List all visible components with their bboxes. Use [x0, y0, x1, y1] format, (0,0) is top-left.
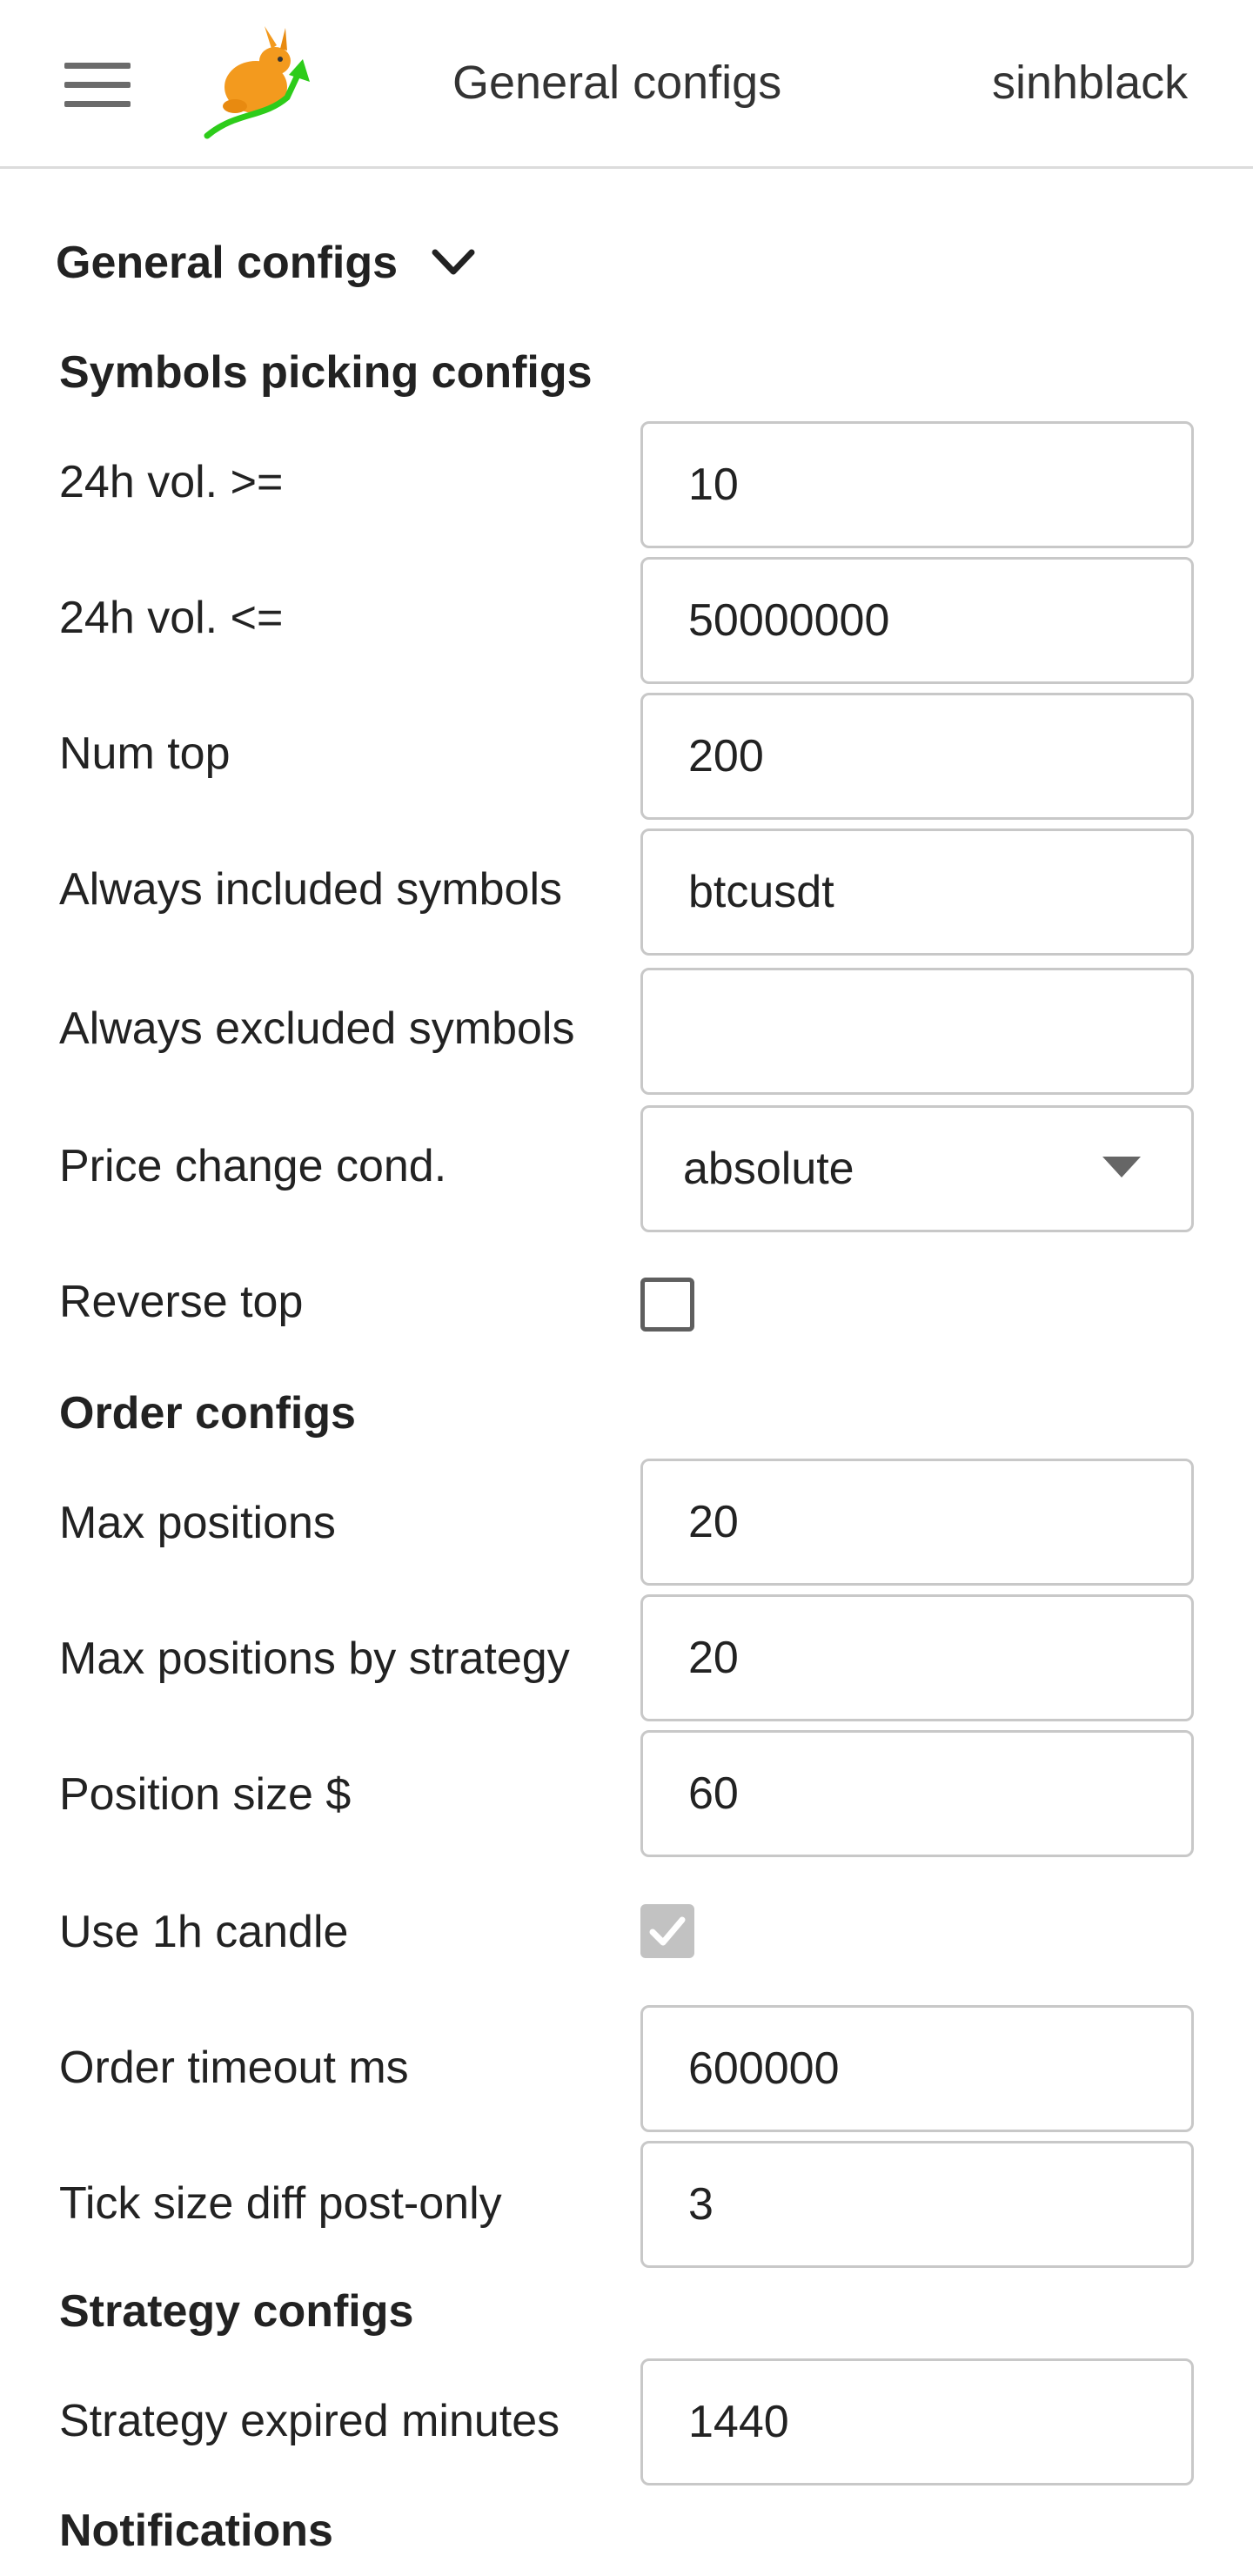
position-size-input[interactable] [640, 1730, 1194, 1857]
strategy-configs-heading: Strategy configs [59, 2286, 414, 2337]
use-1h-candle-label: Use 1h candle [59, 1907, 349, 1957]
max-positions-by-strategy-input[interactable] [640, 1594, 1194, 1721]
tick-size-diff-label: Tick size diff post-only [59, 2178, 502, 2229]
num-top-label: Num top [59, 728, 231, 779]
position-size-label: Position size $ [59, 1769, 352, 1820]
strategy-expired-minutes-input[interactable] [640, 2358, 1194, 2485]
general-configs-toggle[interactable]: General configs [56, 237, 476, 289]
user-name[interactable]: sinhblack [992, 56, 1188, 110]
caret-down-icon [1102, 1157, 1141, 1177]
strategy-expired-minutes-label: Strategy expired minutes [59, 2396, 560, 2446]
order-timeout-input[interactable] [640, 2005, 1194, 2132]
app-header: General configs sinhblack [0, 0, 1253, 169]
always-included-input[interactable] [640, 828, 1194, 956]
vol-max-label: 24h vol. <= [59, 593, 284, 643]
num-top-input[interactable] [640, 693, 1194, 820]
always-included-label: Always included symbols [59, 864, 563, 915]
always-excluded-label: Always excluded symbols [59, 1003, 575, 1054]
use-1h-candle-checkbox [640, 1904, 694, 1958]
order-timeout-label: Order timeout ms [59, 2043, 409, 2093]
rabbit-logo-icon[interactable] [202, 21, 324, 143]
vol-min-label: 24h vol. >= [59, 457, 284, 507]
chevron-down-icon [432, 249, 475, 275]
notifications-heading: Notifications [59, 2506, 333, 2556]
hamburger-menu-icon[interactable] [64, 63, 131, 108]
max-positions-input[interactable] [640, 1459, 1194, 1586]
price-change-cond-value: absolute [683, 1144, 854, 1194]
order-configs-heading: Order configs [59, 1388, 356, 1439]
vol-max-input[interactable] [640, 557, 1194, 684]
price-change-cond-label: Price change cond. [59, 1141, 447, 1191]
tick-size-diff-input[interactable] [640, 2141, 1194, 2268]
section-title: General configs [56, 238, 398, 288]
checkmark-icon [649, 1916, 686, 1946]
vol-min-input[interactable] [640, 421, 1194, 548]
reverse-top-checkbox[interactable] [640, 1278, 694, 1332]
reverse-top-label: Reverse top [59, 1277, 304, 1327]
max-positions-label: Max positions [59, 1498, 336, 1548]
always-excluded-input[interactable] [640, 968, 1194, 1095]
page-title: General configs [452, 57, 782, 109]
symbols-picking-heading: Symbols picking configs [59, 347, 593, 398]
price-change-cond-select[interactable]: absolute [640, 1105, 1194, 1232]
max-positions-by-strategy-label: Max positions by strategy [59, 1633, 570, 1684]
